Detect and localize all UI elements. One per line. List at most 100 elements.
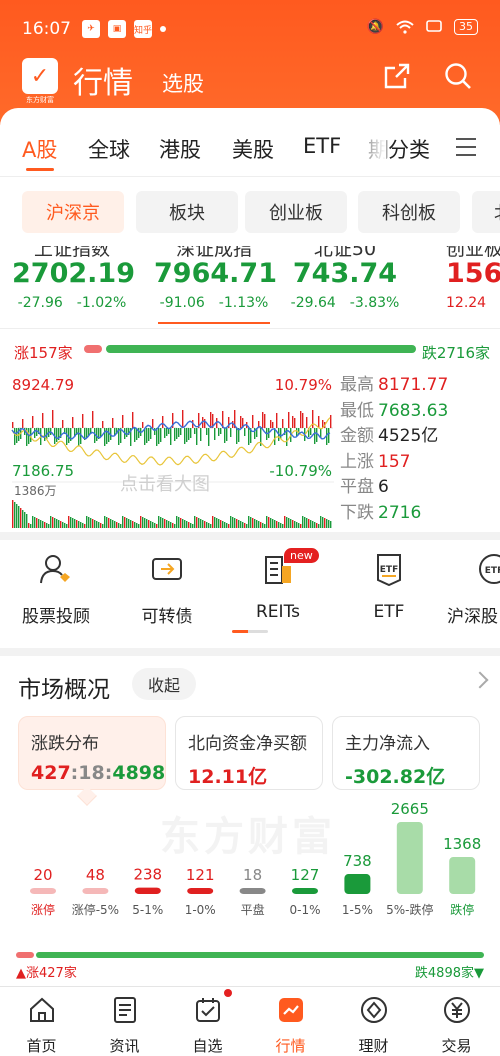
chip-sector[interactable]: 板块 <box>136 191 238 233</box>
distribution-bar[interactable] <box>449 857 476 894</box>
stock-picker-link[interactable]: 选股 <box>162 68 204 98</box>
more-notifications-icon <box>160 26 166 32</box>
distribution-bar[interactable] <box>82 888 109 894</box>
nav-watchlist[interactable]: 自选 <box>166 995 249 1056</box>
distribution-bar[interactable] <box>292 888 318 894</box>
volume-bar <box>228 524 230 528</box>
intraday-chart[interactable]: 8924.79 10.79% 7186.75 -10.79% 1386万 点击看… <box>0 370 500 532</box>
volume-bar <box>80 522 82 528</box>
stat-label: 最低 <box>340 400 374 421</box>
market-overview: 市场概况 收起 涨跌分布 427:18:4898 北向资金净买额 12.11亿 … <box>0 656 500 986</box>
breadth-bar <box>176 428 178 439</box>
volume-bar <box>234 518 236 528</box>
tab-a-shares[interactable]: A股 <box>22 134 57 164</box>
distribution-chart[interactable]: 20 涨停 48 涨停-5% 238 5-1% 121 1-0% 18 平盘 127 0-1% 738 1… <box>0 796 500 946</box>
tab-etf[interactable]: ETF <box>303 134 341 158</box>
volume-bar <box>72 518 74 528</box>
index-card[interactable]: 上证指数 2702.19 -27.96 -1.02% <box>12 246 135 311</box>
menu-icon[interactable] <box>456 138 476 156</box>
volume-bar <box>282 524 284 528</box>
tab-us[interactable]: 美股 <box>232 134 274 164</box>
breadth-bar <box>160 428 162 442</box>
chevron-right-icon[interactable] <box>471 671 489 689</box>
index-card[interactable]: 北证50 743.74 -29.64 -3.83% <box>285 246 405 311</box>
distribution-bar[interactable] <box>396 822 423 894</box>
distribution-bar[interactable] <box>134 887 161 894</box>
breadth-bar <box>300 411 302 428</box>
distribution-bar[interactable] <box>239 888 266 894</box>
up-bar <box>84 345 102 353</box>
volume-bar <box>150 521 152 528</box>
volume-bar <box>152 522 154 528</box>
search-icon[interactable] <box>444 62 472 90</box>
volume-bar <box>124 517 126 528</box>
distribution-bar[interactable] <box>187 888 214 894</box>
chip-star[interactable]: 科创板 <box>358 191 460 233</box>
breadth-bar <box>248 428 250 445</box>
nav-label: 交易 <box>441 1037 472 1055</box>
volume-bar <box>208 523 210 528</box>
index-stats: 最高 8171.77 最低 7683.63 金额 4525亿 上涨 157 平盘 6 下跌 2716 <box>340 370 448 523</box>
breadth-bar <box>158 428 160 444</box>
volume-bar <box>26 514 28 528</box>
volume-bar <box>30 524 32 528</box>
breadth-bar <box>206 428 208 435</box>
bottom-nav: 首页 资讯 自选 行情 理财 交易 <box>0 986 500 1056</box>
collapse-button[interactable]: 收起 <box>132 668 197 700</box>
volume-bar <box>238 520 240 528</box>
volume-bar <box>88 517 90 528</box>
nav-news[interactable]: 资讯 <box>83 995 166 1056</box>
volume-bar <box>256 520 258 528</box>
nav-market[interactable]: 行情 <box>249 995 332 1056</box>
down-count: 跌2716家 <box>421 344 490 362</box>
etf-entry[interactable]: ETF ETF <box>339 552 439 622</box>
breadth-bar <box>166 428 168 436</box>
volume-bar <box>20 508 22 528</box>
shsz-stock-entry[interactable]: ETF 沪深股 <box>447 552 500 627</box>
index-strip: 上证指数 2702.19 -27.96 -1.02% 深证成指 7964.71 -… <box>0 246 500 328</box>
tab-hk[interactable]: 港股 <box>159 134 201 164</box>
breadth-bar <box>210 412 212 428</box>
volume-bar <box>206 522 208 528</box>
distribution-bar[interactable] <box>30 888 56 894</box>
index-card[interactable]: 深证成指 7964.71 -91.06 -1.13% <box>154 246 277 311</box>
nav-home[interactable]: 首页 <box>0 995 83 1056</box>
nav-trade[interactable]: 交易 <box>415 995 498 1056</box>
volume-bar <box>174 524 176 528</box>
breadth-bar <box>82 414 84 428</box>
volume-bar <box>232 517 234 528</box>
chip-bse[interactable]: 北 <box>472 191 500 233</box>
breadth-bar <box>188 428 190 440</box>
chip-shsz[interactable]: 沪深京 <box>22 191 124 233</box>
convertible-bond-entry[interactable]: 可转债 <box>117 552 217 627</box>
card-main-inflow[interactable]: 主力净流入 -302.82亿 <box>332 716 480 790</box>
volume-bar <box>102 524 104 528</box>
stat-label: 最高 <box>340 375 374 395</box>
distribution-bar[interactable] <box>344 874 371 894</box>
card-distribution[interactable]: 涨跌分布 427:18:4898 <box>18 716 166 790</box>
share-icon[interactable] <box>383 62 411 90</box>
volume-bar <box>68 516 70 528</box>
volume-bar <box>188 522 190 528</box>
tab-category[interactable]: 分类 <box>388 134 430 164</box>
card-northbound[interactable]: 北向资金净买额 12.11亿 <box>175 716 323 790</box>
overview-breadth: ▲涨427家 跌4898家▼ <box>0 948 500 984</box>
intraday-svg[interactable]: 8924.79 10.79% 7186.75 -10.79% 1386万 <box>0 370 336 532</box>
news-icon <box>113 997 136 1023</box>
volume-bar <box>46 523 48 528</box>
volume-bar <box>98 522 100 528</box>
distribution-count: 48 <box>86 866 105 884</box>
chip-chinext[interactable]: 创业板 <box>245 191 347 233</box>
tab-global[interactable]: 全球 <box>88 134 130 164</box>
volume-bar <box>322 517 324 528</box>
volume-bar <box>170 522 172 528</box>
quick-entries: 股票投顾 可转债 REITs new ETF ETF ETF 沪深股 <box>0 540 500 648</box>
advisor-entry[interactable]: 股票投顾 <box>6 552 106 627</box>
card-title: 涨跌分布 <box>31 734 99 754</box>
breadth-bar <box>252 415 254 428</box>
volume-bar <box>136 523 138 528</box>
index-card[interactable]: 创业板 1562 12.24 <box>424 246 500 311</box>
breadth-bar <box>224 428 226 443</box>
nav-wealth[interactable]: 理财 <box>332 995 415 1056</box>
volume-bar <box>204 521 206 528</box>
